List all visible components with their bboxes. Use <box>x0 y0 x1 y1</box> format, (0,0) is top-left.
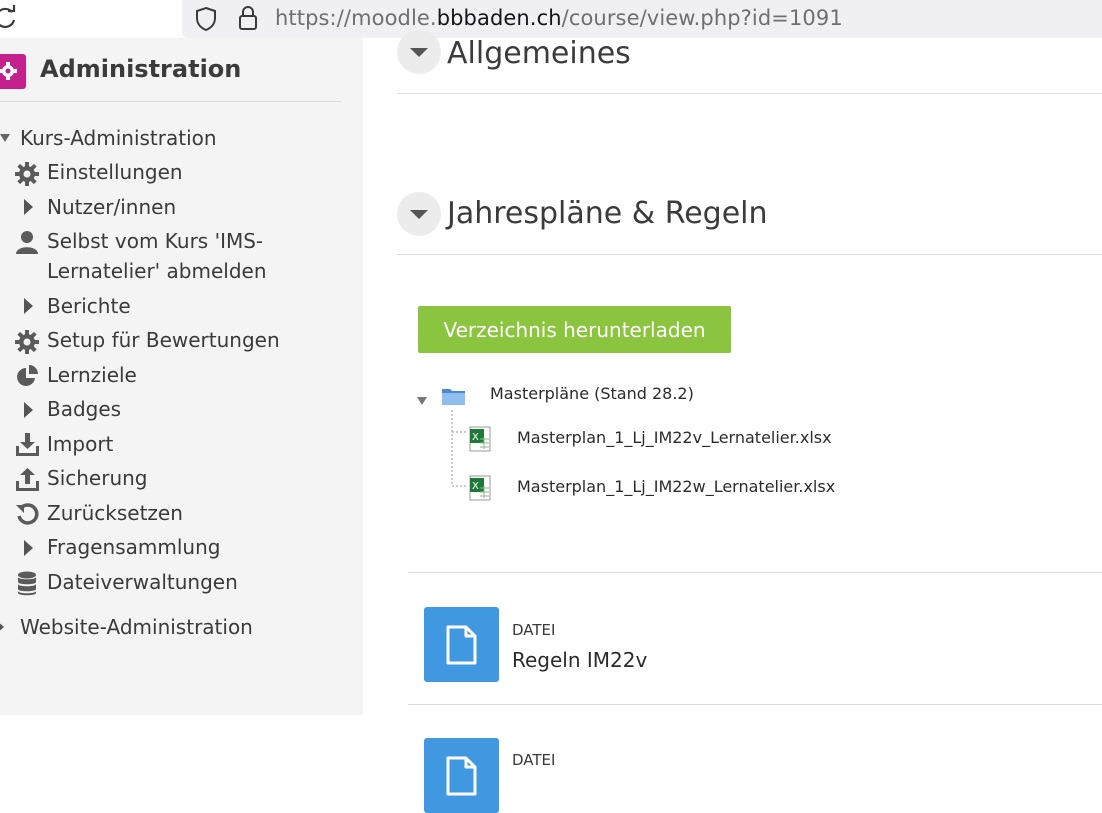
file-link-im22v[interactable]: Masterplan_1_Lj_IM22v_Lernatelier.xlsx <box>517 428 832 447</box>
activity-divider <box>408 572 1102 573</box>
folder-name[interactable]: Masterpläne (Stand 28.2) <box>490 384 694 403</box>
file-link-im22w[interactable]: Masterplan_1_Lj_IM22w_Lernatelier.xlsx <box>517 477 835 496</box>
collapsed-caret-icon[interactable] <box>23 401 35 419</box>
pie-chart-icon <box>17 365 38 386</box>
section-title-allgemeines: Allgemeines <box>447 36 631 71</box>
url-domain: bbbaden.ch <box>436 6 562 30</box>
url-prefix: https://moodle. <box>275 6 437 30</box>
folder-icon <box>442 389 465 405</box>
excel-file-icon: X <box>469 426 491 452</box>
gear-icon <box>15 330 39 354</box>
sidebar-item-sicherung[interactable]: Sicherung <box>47 466 148 490</box>
reset-icon <box>16 503 39 525</box>
resource-type-label: DATEI <box>512 621 556 639</box>
sidebar-item-import[interactable]: Import <box>47 432 113 456</box>
reload-icon[interactable] <box>0 4 20 32</box>
resource-link-regeln-im22v[interactable]: Regeln IM22v <box>512 648 647 672</box>
sidebar-item-einstellungen[interactable]: Einstellungen <box>47 160 183 184</box>
section-toggle-allgemeines[interactable] <box>397 30 441 74</box>
import-icon <box>16 433 39 456</box>
sidebar-divider <box>0 101 341 102</box>
section-toggle-jahresplaene[interactable] <box>397 192 441 236</box>
sidebar-item-berichte[interactable]: Berichte <box>47 294 131 318</box>
activity-divider <box>408 704 1102 705</box>
sidebar-item-selbst-abmelden-line2[interactable]: Lernatelier' abmelden <box>47 259 267 283</box>
url-text[interactable]: https://moodle.bbbaden.ch/course/view.ph… <box>275 6 843 30</box>
sidebar-item-zuruecksetzen[interactable]: Zurücksetzen <box>47 501 183 525</box>
section-title-jahresplaene: Jahrespläne & Regeln <box>447 196 768 231</box>
section-divider <box>397 93 1102 94</box>
svg-text:X: X <box>472 481 479 492</box>
file-resource-icon[interactable] <box>424 607 499 682</box>
url-path: /course/view.php?id=1091 <box>561 6 843 30</box>
sidebar-item-setup-bewertungen[interactable]: Setup für Bewertungen <box>47 328 280 352</box>
collapsed-caret-icon[interactable] <box>23 198 35 216</box>
sidebar-item-lernziele[interactable]: Lernziele <box>47 363 137 387</box>
collapsed-caret-icon[interactable] <box>23 539 35 557</box>
sidebar-item-fragensammlung[interactable]: Fragensammlung <box>47 535 220 559</box>
sidebar-item-nutzer-innen[interactable]: Nutzer/innen <box>47 195 176 219</box>
collapsed-caret-icon[interactable] <box>0 619 6 635</box>
lock-icon[interactable] <box>236 4 260 32</box>
sidebar-item-kurs-administration[interactable]: Kurs-Administration <box>20 126 217 150</box>
sidebar-item-website-administration[interactable]: Website-Administration <box>20 615 253 639</box>
document-icon <box>446 625 477 665</box>
upload-icon <box>16 468 39 491</box>
gear-icon <box>15 162 39 186</box>
sidebar-item-dateiverwaltungen[interactable]: Dateiverwaltungen <box>47 570 238 594</box>
gear-icon <box>0 62 17 80</box>
excel-file-icon: X <box>469 475 491 501</box>
download-folder-button[interactable]: Verzeichnis herunterladen <box>418 306 731 353</box>
sidebar-item-selbst-abmelden[interactable]: Selbst vom Kurs 'IMS- <box>47 229 263 253</box>
sidebar-item-badges[interactable]: Badges <box>47 397 121 421</box>
svg-text:X: X <box>472 432 479 443</box>
tree-expand-caret-icon[interactable] <box>416 396 428 406</box>
document-icon <box>446 756 477 796</box>
user-icon <box>16 231 38 254</box>
section-divider <box>397 254 1102 255</box>
collapsed-caret-icon[interactable] <box>23 297 35 315</box>
resource-type-label: DATEI <box>512 751 556 769</box>
expanded-caret-icon[interactable] <box>0 132 12 144</box>
database-icon <box>18 571 36 596</box>
administration-title: Administration <box>40 55 242 83</box>
file-resource-icon[interactable] <box>424 738 499 813</box>
shield-icon[interactable] <box>194 6 218 32</box>
administration-block-icon <box>0 54 26 89</box>
